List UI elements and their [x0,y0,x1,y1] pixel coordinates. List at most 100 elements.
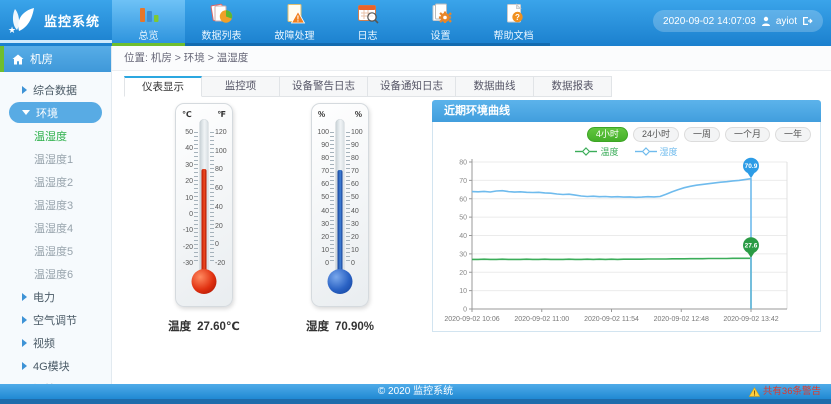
svg-text:20: 20 [459,270,467,277]
chevron-right-icon [22,293,27,301]
range-button-一年[interactable]: 一年 [775,127,811,142]
header-datetime: 2020-09-02 14:07:03 [663,16,756,27]
range-button-24小时[interactable]: 24小时 [633,127,679,142]
username: ayiot [776,16,797,27]
sidebar-item-label: 温湿度3 [34,197,73,213]
sidebar-item-label: 综合数据 [33,82,77,98]
nav-item-help-doc[interactable]: ?帮助文档 [477,0,550,46]
sidebar-item-综合数据[interactable]: 综合数据 [0,78,111,101]
svg-text:50: 50 [459,215,467,222]
app-title: 监控系统 [44,11,100,30]
end-marker-湿度: 70.9 [743,158,759,179]
env-chart-svg[interactable]: 010203040506070802020-09-02 10:062020-09… [442,156,811,326]
sidebar-item-label: 温湿度2 [34,174,73,190]
user-pill[interactable]: 2020-09-02 14:07:03 ayiot [653,10,823,32]
sidebar-root-label: 机房 [30,51,53,67]
sidebar-item-温湿度3[interactable]: 温湿度3 [0,193,111,216]
log-calendar-icon [355,2,381,26]
nav-item-label: 日志 [358,27,378,42]
sidebar-item-环境[interactable]: 环境 [9,102,102,123]
nav-item-label: 数据列表 [202,27,242,42]
sidebar-item-温湿度4[interactable]: 温湿度4 [0,216,111,239]
tab-仪表显示[interactable]: 仪表显示 [124,76,202,97]
svg-text:2020-09-02 10:06: 2020-09-02 10:06 [444,316,499,323]
user-icon [761,16,771,26]
tab-数据报表[interactable]: 数据报表 [534,76,612,97]
nav-item-label: 设置 [431,27,451,42]
breadcrumb: 位置: 机房 > 环境 > 温湿度 [112,46,831,71]
reading-label: 温度 [168,321,191,333]
svg-text:70.9: 70.9 [745,163,758,170]
reading-value: 27.60℃ [197,321,240,333]
sidebar-item-label: 电力 [33,289,55,305]
svg-text:!: ! [296,14,299,23]
svg-text:60: 60 [459,196,467,203]
logout-icon[interactable] [802,16,813,26]
sidebar-item-温湿度6[interactable]: 温湿度6 [0,262,111,285]
range-button-一周[interactable]: 一周 [684,127,720,142]
svg-text:!: ! [753,390,755,397]
svg-text:2020-09-02 11:54: 2020-09-02 11:54 [584,316,639,323]
sidebar-item-温湿度2[interactable]: 温湿度2 [0,170,111,193]
sidebar-item-label: 环境 [36,105,58,121]
nav-item-log-calendar[interactable]: 日志 [331,0,404,46]
overview-bars-icon [136,2,162,26]
range-button-一个月[interactable]: 一个月 [725,127,770,142]
thermo-units: ℃℉ [176,110,232,119]
sidebar: 机房 综合数据环境温湿度温湿度1 温湿度2 温湿度3 温湿度4温湿度5 温湿度6 电力空气… [0,46,112,384]
sidebar-item-4G模块[interactable]: 4G模块 [0,354,111,377]
brand-logo-icon: ★ [8,6,38,34]
scale-left: 50403020100-10-20-30 [178,129,193,267]
brand[interactable]: ★ 监控系统 [0,0,112,43]
nav-item-fault-warning[interactable]: ! 故障处理 [258,0,331,46]
gauge-humidity: %%10090807060504030201001009080706050403… [280,103,400,334]
legend-marker-icon [635,147,657,156]
chevron-right-icon [22,86,27,94]
reading-value: 70.90% [335,321,374,333]
nav-item-data-list-pie[interactable]: 数据列表 [185,0,258,46]
settings-gear-icon [428,2,454,26]
warning-counter[interactable]: ! 共有36条警告 [749,384,821,399]
env-curve-panel: 近期环境曲线 4小时24小时一周一个月一年 温度湿度 0102030405060… [432,100,821,332]
sidebar-item-电力[interactable]: 电力 [0,285,111,308]
ticks-right [210,132,214,264]
tab-设备通知日志[interactable]: 设备通知日志 [368,76,456,97]
sidebar-tree: 综合数据环境温湿度温湿度1 温湿度2 温湿度3 温湿度4温湿度5 温湿度6 电力空气调节视… [0,72,111,400]
tab-bar: 仪表显示监控项设备警告日志设备通知日志数据曲线数据报表 [124,76,612,97]
nav-item-label: 故障处理 [275,27,315,42]
tab-设备警告日志[interactable]: 设备警告日志 [280,76,368,97]
sidebar-item-视频[interactable]: 视频 [0,331,111,354]
sidebar-item-温湿度1[interactable]: 温湿度1 [0,147,111,170]
sidebar-item-空气调节[interactable]: 空气调节 [0,308,111,331]
mercury-fill [202,169,207,281]
svg-text:2020-09-02 12:48: 2020-09-02 12:48 [654,316,709,323]
warning-icon: ! [749,387,760,397]
sidebar-item-label: 温湿度6 [34,266,73,282]
nav-item-settings-gear[interactable]: 设置 [404,0,477,46]
sidebar-root[interactable]: 机房 [0,46,111,72]
data-list-pie-icon [209,2,235,26]
unit-left: % [318,110,325,119]
ticks-right [346,132,350,264]
scale-left: 1009080706050403020100 [314,129,329,267]
gauge-reading: 温度 27.60℃ [168,318,240,334]
gauge-reading: 湿度70.90% [306,318,374,334]
sidebar-item-label: 温湿度1 [34,151,73,167]
range-buttons: 4小时 24小时一周一个月一年 [587,127,811,142]
svg-text:2020-09-02 13:42: 2020-09-02 13:42 [723,316,778,323]
nav-item-overview-bars[interactable]: 总览 [112,0,185,46]
thermo-units: %% [312,110,368,119]
sidebar-item-温湿度[interactable]: 温湿度 [0,124,111,147]
footer-bar: © 2020 监控系统 ! 共有36条警告 [0,384,831,399]
bulb [192,269,217,294]
svg-text:27.6: 27.6 [745,243,758,250]
sidebar-item-温湿度5[interactable]: 温湿度5 [0,239,111,262]
mercury-fill [338,170,343,281]
range-button-4小时[interactable]: 4小时 [587,127,628,142]
tab-监控项[interactable]: 监控项 [202,76,280,97]
thermometer-body: ℃℉ 50403020100-10-20-30 120100806040200-20 [175,103,233,307]
chevron-right-icon [22,362,27,370]
scale-right: 120100806040200-20 [215,129,230,267]
tab-数据曲线[interactable]: 数据曲线 [456,76,534,97]
bulb [328,269,353,294]
